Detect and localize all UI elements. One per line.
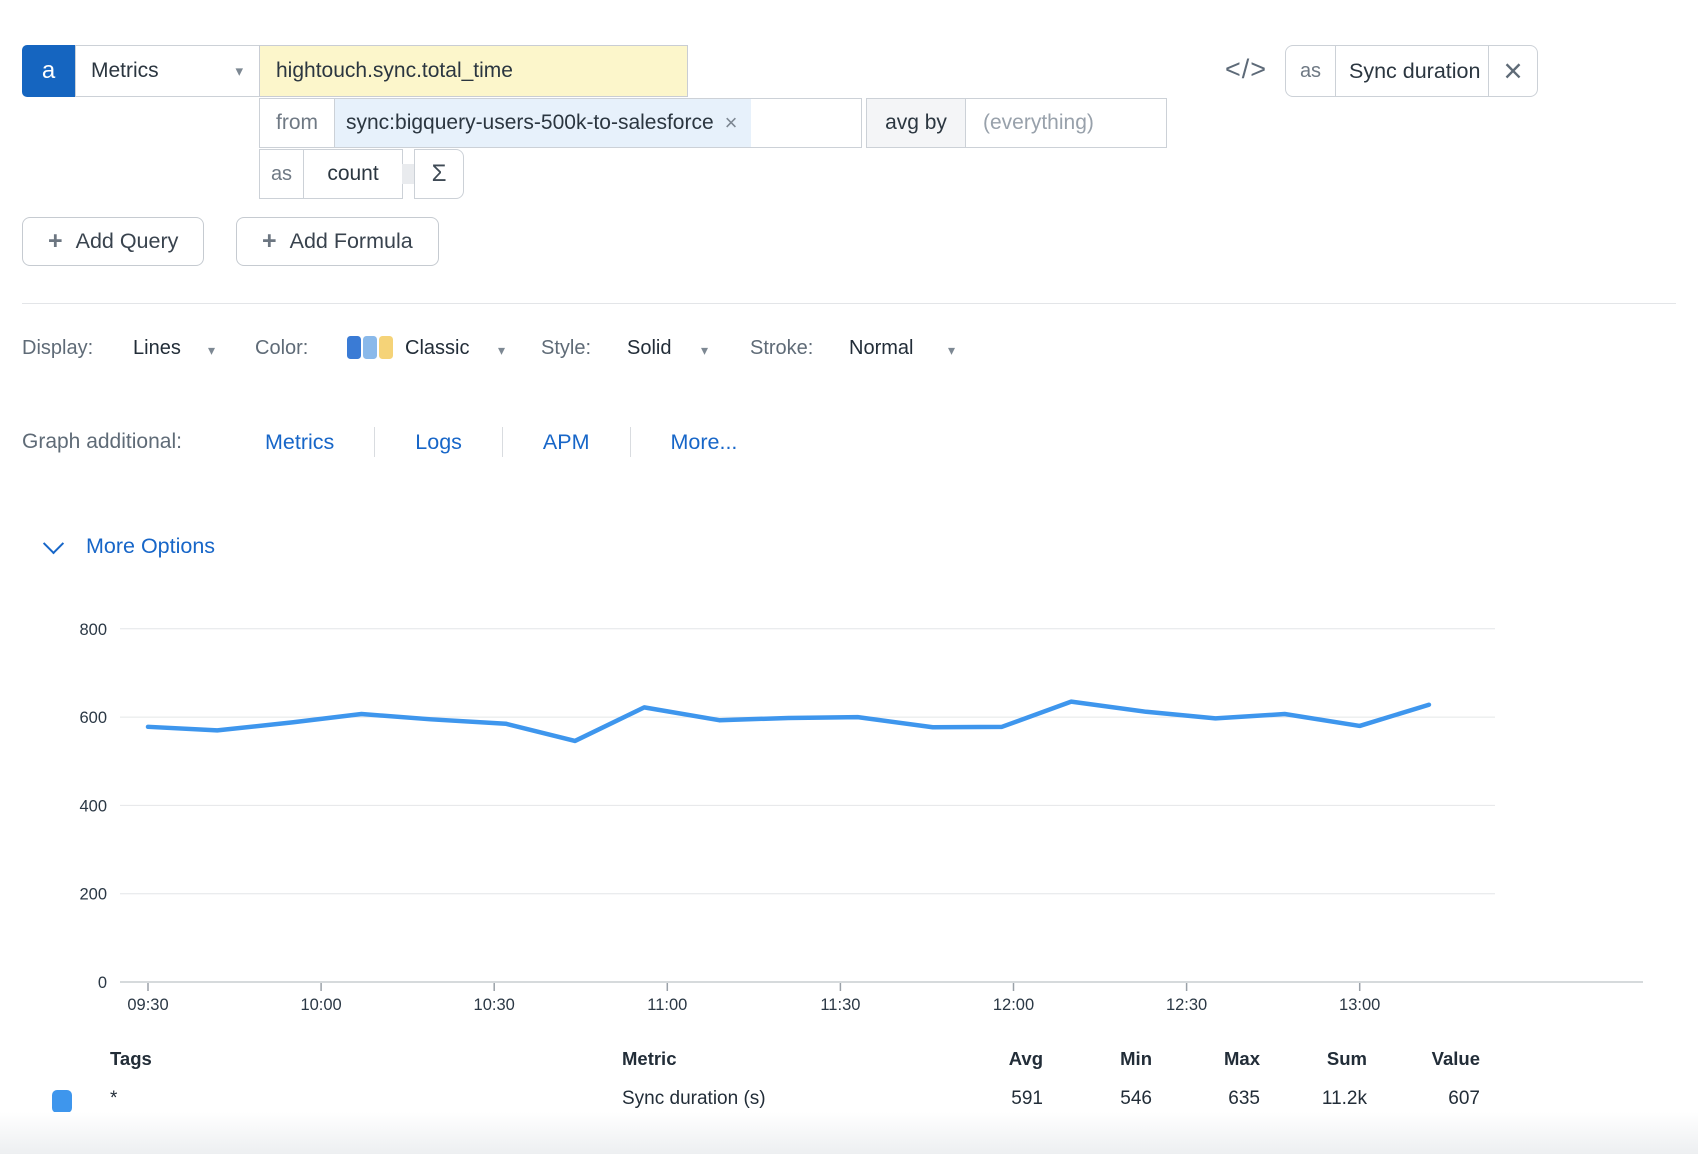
chevron-down-icon[interactable]: ▾ — [498, 336, 505, 364]
swatch-color — [379, 336, 393, 359]
avg-by-dropdown[interactable]: avg by — [866, 98, 966, 148]
bottom-fade — [0, 1112, 1698, 1154]
chevron-down-icon — [43, 533, 64, 554]
x-axis-label: 10:30 — [474, 996, 515, 1014]
graph-additional-label: Graph additional: — [22, 430, 182, 454]
plus-icon: + — [48, 229, 63, 254]
stroke-dropdown[interactable]: Normal — [849, 334, 913, 362]
swatch-color — [347, 336, 361, 359]
table-row-avg: 591 — [953, 1088, 1043, 1110]
style-dropdown[interactable]: Solid — [627, 334, 671, 362]
display-label: Display: — [22, 334, 93, 362]
chevron-down-icon[interactable]: ▾ — [208, 336, 215, 364]
table-row-max: 635 — [1170, 1088, 1260, 1110]
alias-as-label: as — [1286, 46, 1336, 96]
add-formula-label: Add Formula — [290, 229, 413, 254]
metric-query-input[interactable]: hightouch.sync.total_time — [259, 45, 688, 97]
section-divider — [22, 303, 1676, 304]
alias-group: as Sync duration × — [1285, 45, 1538, 97]
close-icon[interactable]: × — [1489, 46, 1537, 96]
metric-query-editor: a Metrics ▾ hightouch.sync.total_time </… — [0, 0, 1698, 1154]
table-header-sum: Sum — [1277, 1048, 1367, 1070]
data-source-dropdown[interactable]: Metrics ▾ — [75, 45, 260, 97]
x-axis-label: 12:00 — [993, 996, 1034, 1014]
metric-query-text: hightouch.sync.total_time — [276, 59, 513, 83]
x-axis-label: 12:30 — [1166, 996, 1207, 1014]
from-label: from — [259, 98, 335, 148]
table-row-sum: 11.2k — [1277, 1088, 1367, 1110]
table-row-value: 607 — [1390, 1088, 1480, 1110]
sigma-function-button[interactable]: Σ — [414, 149, 464, 199]
y-axis-label: 0 — [98, 974, 107, 992]
style-label: Style: — [541, 334, 591, 362]
table-header-tags: Tags — [110, 1048, 152, 1070]
color-dropdown[interactable]: Classic — [405, 334, 469, 362]
chip-remove-icon[interactable]: × — [725, 110, 738, 136]
add-query-button[interactable]: + Add Query — [22, 217, 204, 266]
table-header-value: Value — [1390, 1048, 1480, 1070]
more-options-label: More Options — [86, 534, 215, 559]
query-letter-badge: a — [22, 45, 75, 97]
table-header-metric: Metric — [622, 1048, 677, 1070]
y-axis-label: 600 — [79, 709, 107, 727]
y-axis-label: 200 — [79, 886, 107, 904]
graph-additional-link-more[interactable]: More... — [631, 430, 778, 455]
scope-chip[interactable]: sync:bigquery-users-500k-to-salesforce × — [335, 99, 751, 147]
x-axis-label: 13:00 — [1339, 996, 1380, 1014]
x-axis-label: 10:00 — [300, 996, 341, 1014]
y-axis-label: 400 — [79, 797, 107, 815]
x-axis-label: 09:30 — [127, 996, 168, 1014]
chevron-down-icon[interactable]: ▾ — [701, 336, 708, 364]
table-row-min: 546 — [1062, 1088, 1152, 1110]
swatch-color — [363, 336, 377, 359]
alias-input[interactable]: Sync duration — [1336, 46, 1489, 96]
color-label: Color: — [255, 334, 308, 362]
graph-additional-link-metrics[interactable]: Metrics — [243, 430, 374, 455]
timeseries-chart: 0 200 400 600 800 09:30 10:00 10:30 11:00 11:30 12… — [0, 0, 1698, 1040]
stroke-label: Stroke: — [750, 334, 813, 362]
plus-icon: + — [262, 229, 277, 254]
add-formula-button[interactable]: + Add Formula — [236, 217, 439, 266]
graph-additional-links: MetricsLogsAPMMore... — [243, 421, 777, 463]
table-header-avg: Avg — [953, 1048, 1043, 1070]
table-header-max: Max — [1170, 1048, 1260, 1070]
y-axis-label: 800 — [79, 621, 107, 639]
table-row-tag: * — [110, 1088, 117, 1110]
x-axis-label: 11:00 — [647, 996, 687, 1014]
color-swatch[interactable] — [347, 336, 393, 359]
graph-additional-link-logs[interactable]: Logs — [375, 430, 502, 455]
legend-swatch[interactable] — [52, 1090, 72, 1113]
data-source-label: Metrics — [91, 59, 159, 83]
display-dropdown[interactable]: Lines — [133, 334, 181, 362]
rollup-dropdown[interactable]: count — [303, 149, 403, 199]
group-by-placeholder: (everything) — [983, 111, 1094, 135]
as-label: as — [259, 149, 304, 199]
metric-line — [148, 702, 1429, 741]
chevron-down-icon: ▾ — [235, 62, 243, 80]
table-header-min: Min — [1062, 1048, 1152, 1070]
code-view-icon[interactable]: </> — [1225, 54, 1267, 85]
chevron-down-icon[interactable]: ▾ — [948, 336, 955, 364]
x-axis-label: 11:30 — [820, 996, 860, 1014]
more-options-toggle[interactable]: More Options — [46, 534, 215, 559]
add-query-label: Add Query — [76, 229, 179, 254]
graph-additional-link-apm[interactable]: APM — [503, 430, 630, 455]
scope-chip-text: sync:bigquery-users-500k-to-salesforce — [346, 111, 714, 135]
table-row-metric: Sync duration (s) — [622, 1088, 766, 1110]
group-by-input[interactable]: (everything) — [965, 98, 1167, 148]
scope-input[interactable]: sync:bigquery-users-500k-to-salesforce × — [334, 98, 862, 148]
